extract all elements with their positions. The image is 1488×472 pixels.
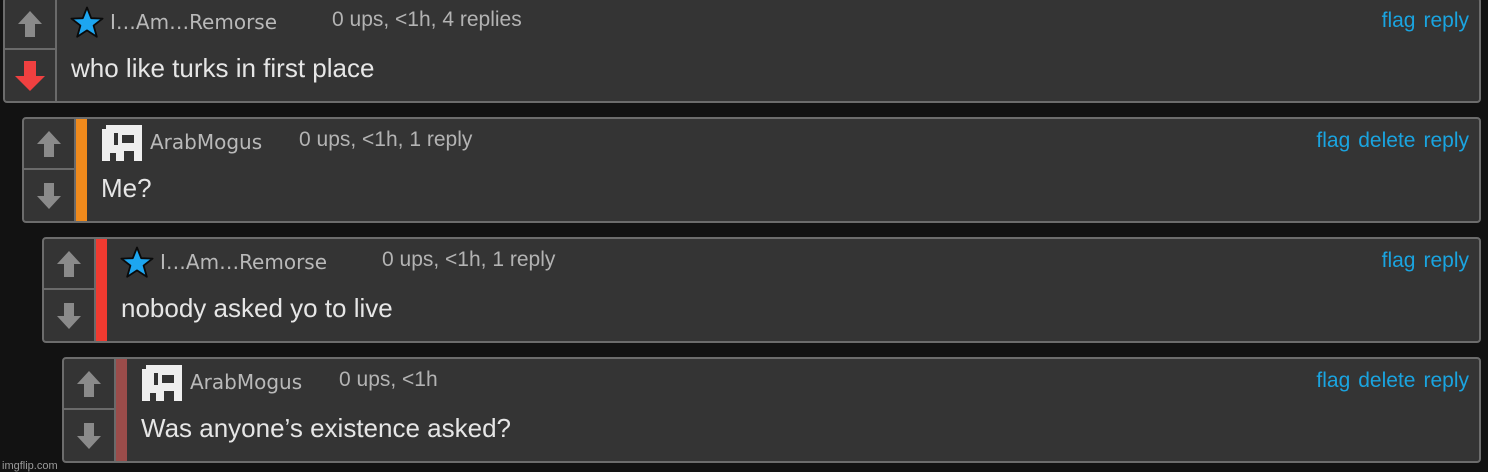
flag-link[interactable]: flag <box>1316 369 1350 392</box>
delete-link[interactable]: delete <box>1358 369 1415 392</box>
blue-star-icon <box>120 246 154 278</box>
comment-4: ArabMogus 0 ups, <1h flag delete reply Was… <box>62 357 1481 463</box>
comment-meta: 0 ups, <1h, 4 replies <box>332 8 522 31</box>
comment-header: I…Am…Remorse 0 ups, <1h, 1 reply flag rep… <box>118 245 1479 279</box>
upvote-button[interactable] <box>44 239 94 290</box>
pixel-avatar-icon <box>142 365 182 401</box>
reply-depth-bar <box>116 359 127 461</box>
upvote-arrow-icon <box>18 10 42 37</box>
reply-link[interactable]: reply <box>1423 249 1469 272</box>
upvote-arrow-icon <box>57 250 81 277</box>
comment-body: ArabMogus 0 ups, <1h flag delete reply Was… <box>138 359 1479 461</box>
downvote-button[interactable] <box>64 410 114 461</box>
username-link[interactable]: I…Am…Remorse <box>110 10 277 34</box>
comment-1: I…Am…Remorse 0 ups, <1h, 4 replies flag r… <box>3 0 1481 103</box>
downvote-arrow-icon <box>57 302 81 329</box>
comment-meta: 0 ups, <1h, 1 reply <box>299 128 473 151</box>
reply-link[interactable]: reply <box>1423 129 1469 152</box>
vote-column <box>24 119 76 221</box>
downvote-button[interactable] <box>44 290 94 341</box>
comment-actions: flag delete reply <box>1308 129 1469 153</box>
blue-star-icon <box>70 6 104 38</box>
comment-meta: 0 ups, <1h, 1 reply <box>382 248 556 271</box>
delete-link[interactable]: delete <box>1358 129 1415 152</box>
comment-text: Was anyone’s existence asked? <box>141 413 511 443</box>
username-link[interactable]: ArabMogus <box>190 370 302 394</box>
downvote-button[interactable] <box>24 170 74 221</box>
reply-link[interactable]: reply <box>1423 369 1469 392</box>
flag-link[interactable]: flag <box>1316 129 1350 152</box>
comment-2: ArabMogus 0 ups, <1h, 1 reply flag delete… <box>22 117 1481 223</box>
username-link[interactable]: I…Am…Remorse <box>160 250 327 274</box>
downvote-button[interactable] <box>5 50 55 101</box>
downvote-arrow-icon <box>37 182 61 209</box>
imgflip-watermark: imgflip.com <box>2 460 58 472</box>
vote-column <box>5 0 57 101</box>
upvote-arrow-icon <box>77 370 101 397</box>
comment-3: I…Am…Remorse 0 ups, <1h, 1 reply flag rep… <box>42 237 1481 343</box>
reply-depth-bar <box>76 119 87 221</box>
comment-text: nobody asked yo to live <box>121 293 393 323</box>
username-link[interactable]: ArabMogus <box>150 130 262 154</box>
downvote-arrow-icon <box>15 60 45 91</box>
comment-meta: 0 ups, <1h <box>339 368 438 391</box>
comment-text: who like turks in first place <box>71 53 375 83</box>
comment-header: I…Am…Remorse 0 ups, <1h, 4 replies flag r… <box>68 5 1479 39</box>
comment-actions: flag reply <box>1374 249 1469 273</box>
comment-actions: flag delete reply <box>1308 369 1469 393</box>
reply-link[interactable]: reply <box>1423 9 1469 32</box>
downvote-arrow-icon <box>77 422 101 449</box>
reply-depth-bar <box>96 239 107 341</box>
comment-header: ArabMogus 0 ups, <1h flag delete reply <box>138 365 1479 401</box>
upvote-arrow-icon <box>37 130 61 157</box>
comment-header: ArabMogus 0 ups, <1h, 1 reply flag delete… <box>98 125 1479 161</box>
comment-body: I…Am…Remorse 0 ups, <1h, 4 replies flag r… <box>68 0 1479 101</box>
comment-text: Me? <box>101 173 152 203</box>
comment-body: I…Am…Remorse 0 ups, <1h, 1 reply flag rep… <box>118 239 1479 341</box>
flag-link[interactable]: flag <box>1382 9 1416 32</box>
comment-body: ArabMogus 0 ups, <1h, 1 reply flag delete… <box>98 119 1479 221</box>
upvote-button[interactable] <box>5 0 55 50</box>
flag-link[interactable]: flag <box>1382 249 1416 272</box>
upvote-button[interactable] <box>64 359 114 410</box>
upvote-button[interactable] <box>24 119 74 170</box>
pixel-avatar-icon <box>102 125 142 161</box>
vote-column <box>44 239 96 341</box>
vote-column <box>64 359 116 461</box>
comment-actions: flag reply <box>1374 9 1469 33</box>
